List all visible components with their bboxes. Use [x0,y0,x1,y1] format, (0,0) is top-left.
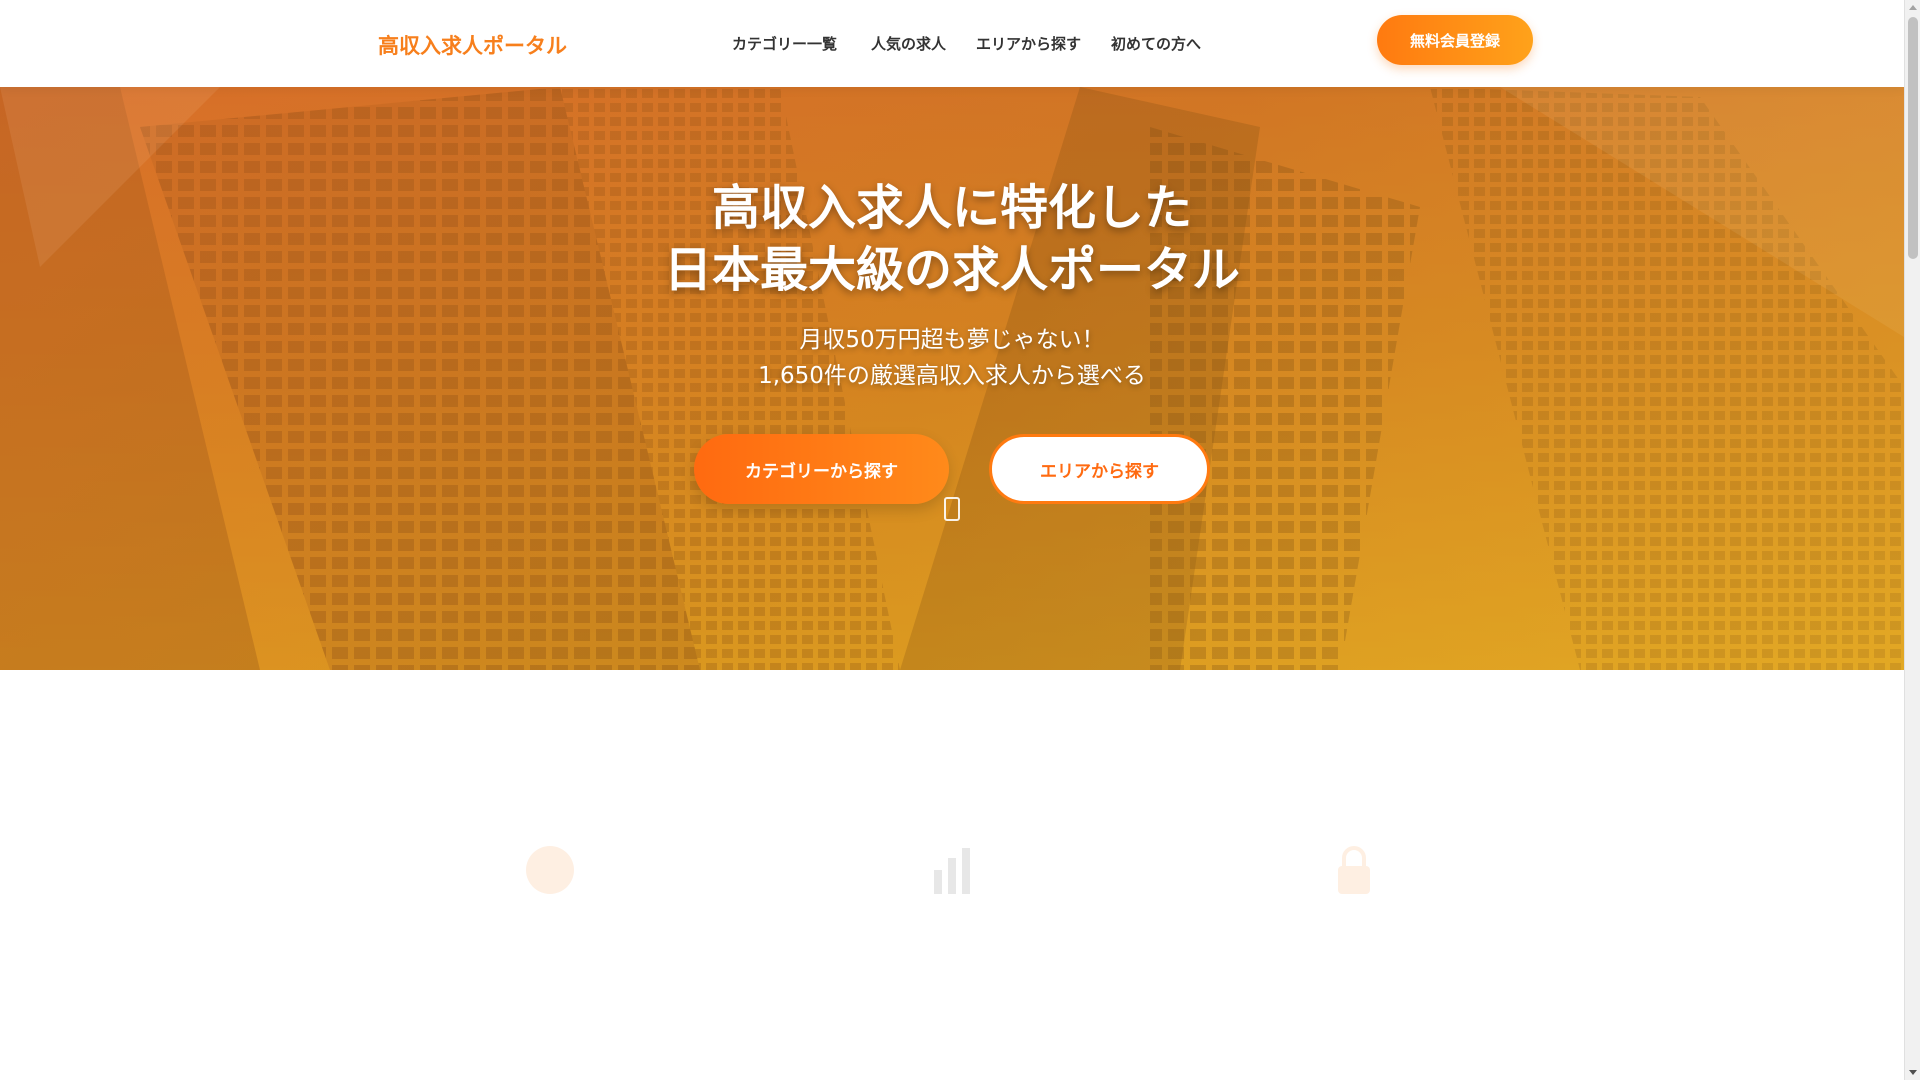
search-by-category-button[interactable]: カテゴリーから探す [694,434,949,504]
site-header: 高収入求人ポータル カテゴリー一覧 人気の求人 エリアから探す 初めての方へ 無… [0,0,1904,87]
lock-icon [1204,835,1504,905]
features-section [0,670,1904,1080]
hero-title-line: 高収入求人に特化した [711,180,1192,236]
hero-subtitle-line: 1,650件の厳選高収入求人から選べる [758,363,1146,389]
nav-item-label: カテゴリー一覧 [732,35,838,53]
scrollbar-thumb[interactable] [1908,17,1918,259]
nav-item-area[interactable]: エリアから探す [976,33,1081,54]
logo-text: 高収入求人ポータル [378,34,567,58]
nav-item-label: 初めての方へ [1111,35,1202,53]
site-logo[interactable]: 高収入求人ポータル [372,30,567,60]
bar-chart-icon [802,835,1102,905]
feature-card [400,835,700,905]
feature-card [802,835,1102,905]
hero-subtitle-line: 月収50万円超も夢じゃない！ [799,327,1105,353]
hero-section: 高収入求人に特化した 日本最大級の求人ポータル 月収50万円超も夢じゃない！ 1… [0,87,1904,670]
hero-subtitle: 月収50万円超も夢じゃない！ 1,650件の厳選高収入求人から選べる [0,322,1904,394]
nav-item-categories[interactable]: カテゴリー一覧 [732,33,841,54]
feature-card [1204,835,1504,905]
coin-icon [400,835,700,905]
scroll-up-arrow-icon[interactable] [1909,5,1917,10]
vertical-scrollbar[interactable] [1904,0,1920,1080]
register-button[interactable]: 無料会員登録 [1377,15,1533,65]
hero-title: 高収入求人に特化した 日本最大級の求人ポータル [0,177,1904,301]
scroll-down-arrow-icon[interactable] [1909,1070,1917,1075]
nav-item-beginners[interactable]: 初めての方へ [1111,33,1201,54]
nav-item-label: エリアから探す [976,35,1082,53]
search-by-area-button[interactable]: エリアから探す [989,434,1210,504]
nav-item-label: 人気の求人 [871,35,947,53]
scroll-down-icon[interactable] [944,497,960,521]
main-nav: カテゴリー一覧 人気の求人 エリアから探す 初めての方へ [732,33,1201,54]
nav-item-popular[interactable]: 人気の求人 [871,33,946,54]
page: 高収入求人ポータル カテゴリー一覧 人気の求人 エリアから探す 初めての方へ 無… [0,0,1904,1080]
hero-title-line: 日本最大級の求人ポータル [663,242,1240,298]
